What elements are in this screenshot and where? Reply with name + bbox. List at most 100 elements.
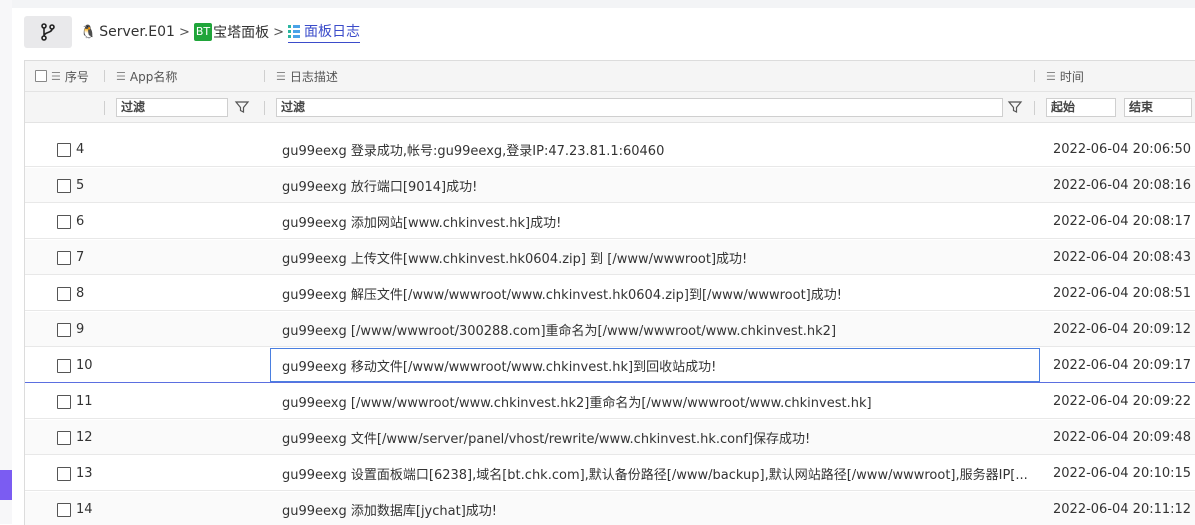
row-time: 2022-06-04 20:09:22 [1053,394,1192,409]
row-checkbox[interactable] [57,466,71,481]
branch-toggle-button[interactable] [24,16,72,48]
filter-icon[interactable] [234,99,250,115]
breadcrumb-label: 面板日志 [304,24,361,40]
row-time: 2022-06-04 20:08:17 [1053,214,1192,229]
log-table: ☰ 序号 ☰ App名称 ☰ 日志描述 ☰ 时间 过滤 过滤 起始 结束 4 g… [24,60,1195,525]
table-row[interactable]: 5 gu99eexg 放行端口[9014]成功! 2022-06-04 20:0… [25,168,1195,203]
header-time[interactable]: ☰ 时间 [1046,61,1084,91]
row-time: 2022-06-04 20:08:51 [1053,286,1192,301]
row-desc: gu99eexg 文件[/www/server/panel/vhost/rewr… [282,432,811,447]
row-seq: 13 [76,466,93,481]
breadcrumb-item-panel-log[interactable]: 面板日志 [288,21,361,43]
time-start-input[interactable]: 起始 [1046,98,1116,117]
linux-icon: 🐧 [80,24,97,40]
column-divider[interactable] [1034,70,1035,82]
row-desc: gu99eexg 解压文件[/www/wwwroot/www.chkinvest… [282,288,842,303]
row-seq: 11 [76,394,93,409]
column-divider [1034,101,1035,115]
row-time: 2022-06-04 20:09:48 [1053,430,1192,445]
row-checkbox[interactable] [57,250,71,265]
table-row-focused[interactable]: 10 gu99eexg 移动文件[/www/wwwroot/www.chkinv… [25,348,1195,383]
filter-row: 过滤 过滤 起始 结束 [25,92,1195,123]
table-row[interactable]: 13 gu99eexg 设置面板端口[6238],域名[bt.chk.com],… [25,456,1195,491]
row-checkbox[interactable] [57,358,71,373]
row-checkbox[interactable] [57,430,71,445]
row-desc: gu99eexg 添加网站[www.chkinvest.hk]成功! [282,216,562,231]
breadcrumb: 🐧 Server.E01 > BT 宝塔面板 > 面板日志 [24,14,1194,50]
row-checkbox[interactable] [57,142,71,157]
select-all-checkbox[interactable] [35,70,47,82]
row-time: 2022-06-04 20:08:16 [1053,178,1192,193]
column-menu-icon[interactable]: ☰ [276,70,286,83]
header-app-label: App名称 [129,69,178,84]
breadcrumb-label: 宝塔面板 [213,25,270,41]
row-time: 2022-06-04 20:08:43 [1053,250,1192,265]
git-branch-icon [41,23,55,41]
header-seq-label: 序号 [64,69,89,84]
row-checkbox[interactable] [57,394,71,409]
filter-icon[interactable] [1007,99,1023,115]
breadcrumb-item-panel[interactable]: BT 宝塔面板 [193,22,270,42]
app-filter-input[interactable]: 过滤 [116,98,228,117]
row-desc[interactable]: gu99eexg 移动文件[/www/wwwroot/www.chkinvest… [282,348,1042,383]
row-desc: gu99eexg [/www/wwwroot/300288.com]重命名为[/… [282,324,837,339]
table-header: ☰ 序号 ☰ App名称 ☰ 日志描述 ☰ 时间 [25,61,1195,92]
breadcrumb-separator: > [178,24,190,40]
column-divider [104,101,105,115]
row-time: 2022-06-04 20:11:12 [1053,502,1192,517]
row-checkbox[interactable] [57,286,71,301]
breadcrumb-separator: > [273,24,285,40]
table-row[interactable]: 14 gu99eexg 添加数据库[jychat]成功! 2022-06-04 … [25,492,1195,525]
header-desc-label: 日志描述 [289,69,338,84]
row-seq: 12 [76,430,93,445]
column-divider[interactable] [104,70,105,82]
top-strip [0,0,1195,8]
table-body: 4 gu99eexg 登录成功,帐号:gu99eexg,登录IP:47.23.8… [25,132,1195,525]
row-seq: 10 [76,358,93,373]
column-divider[interactable] [264,70,265,82]
row-checkbox[interactable] [57,502,71,517]
table-row[interactable]: 4 gu99eexg 登录成功,帐号:gu99eexg,登录IP:47.23.8… [25,132,1195,167]
header-desc[interactable]: ☰ 日志描述 [276,61,338,91]
header-time-label: 时间 [1059,69,1084,84]
table-row[interactable]: 9 gu99eexg [/www/wwwroot/300288.com]重命名为… [25,312,1195,347]
row-desc: gu99eexg 添加数据库[jychat]成功! [282,504,497,519]
row-checkbox[interactable] [57,178,71,193]
left-gutter [0,0,12,524]
table-row[interactable]: 6 gu99eexg 添加网站[www.chkinvest.hk]成功! 202… [25,204,1195,239]
row-seq: 7 [76,250,85,265]
row-time: 2022-06-04 20:06:50 [1053,142,1192,157]
column-menu-icon[interactable]: ☰ [1046,70,1056,83]
bt-logo-icon: BT [193,23,213,41]
row-seq: 9 [76,322,85,337]
row-time: 2022-06-04 20:09:17 [1053,358,1192,373]
row-time: 2022-06-04 20:09:12 [1053,322,1192,337]
row-desc: gu99eexg 放行端口[9014]成功! [282,180,478,195]
row-desc: gu99eexg 上传文件[www.chkinvest.hk0604.zip] … [282,252,748,267]
breadcrumb-label: Server.E01 [99,24,175,40]
row-time: 2022-06-04 20:10:15 [1053,466,1192,481]
column-divider [264,101,265,115]
row-seq: 8 [76,286,85,301]
row-seq: 4 [76,142,85,157]
header-app[interactable]: ☰ App名称 [116,61,177,91]
row-seq: 14 [76,502,93,517]
desc-filter-input[interactable]: 过滤 [276,98,1003,117]
table-row[interactable]: 8 gu99eexg 解压文件[/www/wwwroot/www.chkinve… [25,276,1195,311]
row-checkbox[interactable] [57,214,71,229]
row-checkbox[interactable] [57,322,71,337]
row-desc: gu99eexg [/www/wwwroot/www.chkinvest.hk2… [282,396,872,411]
breadcrumb-item-server[interactable]: 🐧 Server.E01 [80,24,175,40]
row-seq: 6 [76,214,85,229]
table-row[interactable]: 7 gu99eexg 上传文件[www.chkinvest.hk0604.zip… [25,240,1195,275]
log-list-icon [288,25,301,38]
row-desc: gu99eexg 设置面板端口[6238],域名[bt.chk.com],默认备… [282,468,1028,483]
table-row[interactable]: 12 gu99eexg 文件[/www/server/panel/vhost/r… [25,420,1195,455]
table-row[interactable]: 11 gu99eexg [/www/wwwroot/www.chkinvest.… [25,384,1195,419]
header-seq[interactable]: ☰ 序号 [35,61,89,91]
row-seq: 5 [76,178,85,193]
column-menu-icon[interactable]: ☰ [116,70,126,83]
time-end-input[interactable]: 结束 [1124,98,1192,117]
side-tab-marker[interactable] [0,470,12,500]
column-menu-icon[interactable]: ☰ [51,70,61,83]
